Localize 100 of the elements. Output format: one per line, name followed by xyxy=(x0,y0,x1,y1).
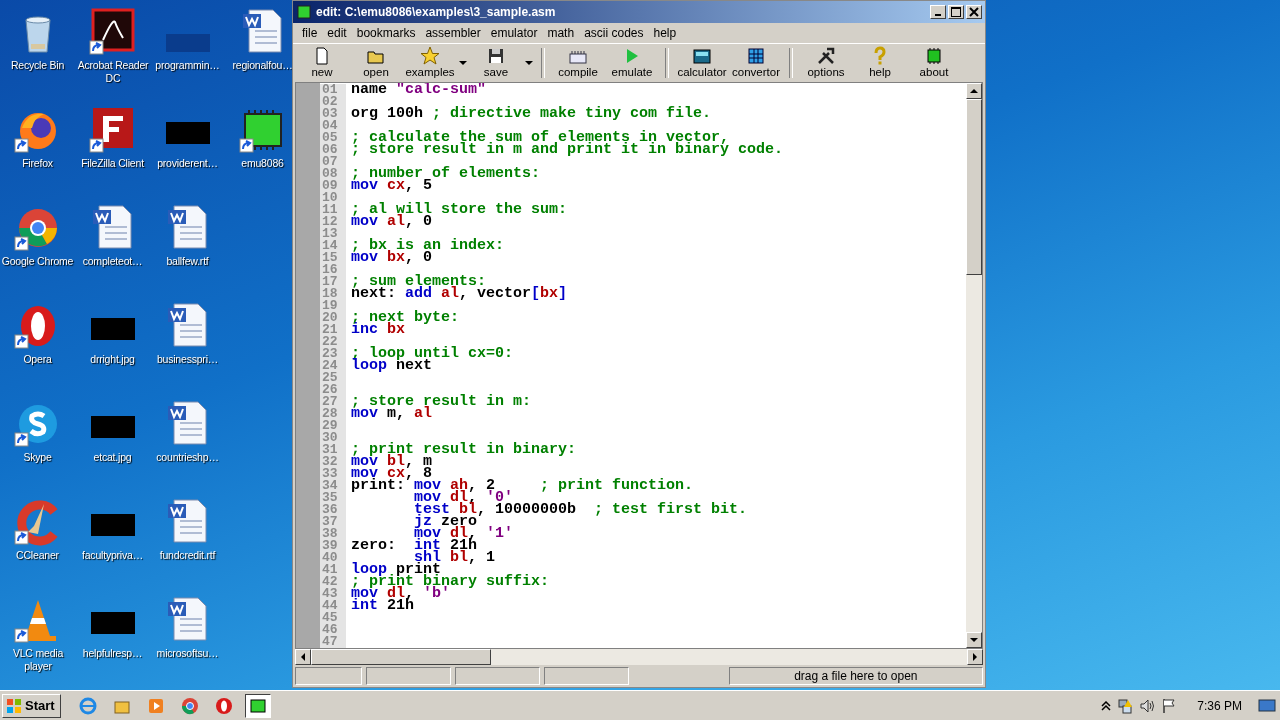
star-icon xyxy=(420,46,440,66)
line-number: 21 xyxy=(320,324,346,336)
desktop-icon-label: CCleaner xyxy=(16,549,59,562)
chip-icon xyxy=(248,696,267,715)
toolbar-button[interactable]: compile xyxy=(551,44,605,82)
clock[interactable]: 7:36 PM xyxy=(1197,698,1242,713)
line-number: 01 xyxy=(320,84,346,96)
tools-icon xyxy=(816,46,836,66)
arrow-down-icon[interactable] xyxy=(970,638,978,642)
desktop-icon-label: Recycle Bin xyxy=(10,59,65,72)
minimize-icon xyxy=(935,14,941,16)
line-number: 43 xyxy=(320,588,346,600)
toolbar-button[interactable]: about xyxy=(907,44,961,82)
start-button[interactable]: Start xyxy=(2,693,61,718)
desktop-icon-label: etcat.jpg xyxy=(93,451,132,464)
menu-item[interactable]: assembler xyxy=(420,26,486,40)
speaker-icon[interactable] xyxy=(1139,697,1156,714)
line-number: 44 xyxy=(320,600,346,612)
code-line: mov m, al xyxy=(351,408,433,420)
line-number: 16 xyxy=(320,264,346,276)
desktop-icon-label: helpfulresp… xyxy=(82,647,143,660)
desktop-icon-label: Acrobat Reader DC xyxy=(76,59,150,85)
taskbar-app-button[interactable] xyxy=(244,693,271,718)
maximize-icon xyxy=(951,7,961,17)
code-line: ; number of elements: xyxy=(351,168,541,180)
code-line: next: add al, vector[bx] xyxy=(351,288,568,300)
line-number: 15 xyxy=(320,252,346,264)
toolbar-button[interactable]: open xyxy=(349,44,403,82)
line-number: 47 xyxy=(320,636,346,648)
line-number: 17 xyxy=(320,276,346,288)
line-number: 06 xyxy=(320,144,346,156)
toolbar-button[interactable]: calculator xyxy=(675,44,729,82)
code-line: ; store result in m and print it in binary code. xyxy=(351,144,784,156)
show-desktop-icon[interactable] xyxy=(1258,697,1276,714)
line-number: 04 xyxy=(320,120,346,132)
pdf-icon[interactable] xyxy=(88,8,137,56)
line-number: 39 xyxy=(320,540,346,552)
toolbar-button[interactable]: new xyxy=(295,44,349,82)
line-number: 03 xyxy=(320,108,346,120)
calc-icon xyxy=(692,46,712,66)
window-title: edit: C:\emu8086\examples\3_sample.asm xyxy=(316,5,557,19)
arrow-up-icon[interactable] xyxy=(970,89,978,93)
chip-icon xyxy=(924,46,944,66)
line-number: 42 xyxy=(320,576,346,588)
line-number: 38 xyxy=(320,528,346,540)
toolbar-button[interactable]: examples xyxy=(403,44,457,82)
chevron-up-icon[interactable] xyxy=(1101,700,1112,711)
line-number: 12 xyxy=(320,216,346,228)
windows-logo-icon xyxy=(6,697,22,714)
line-number: 07 xyxy=(320,156,346,168)
minimize-button[interactable] xyxy=(930,5,946,19)
menu-item[interactable]: edit xyxy=(322,26,352,40)
desktop-icon-label: ballfew.rtf xyxy=(166,255,209,268)
line-number: 36 xyxy=(320,504,346,516)
caret-icon xyxy=(459,61,467,65)
toolbar-button[interactable]: help xyxy=(853,44,907,82)
line-number: 26 xyxy=(320,384,346,396)
vertical-scrollbar[interactable] xyxy=(966,83,982,648)
line-number: 28 xyxy=(320,408,346,420)
menu-item[interactable]: help xyxy=(648,26,682,40)
line-number: 10 xyxy=(320,192,346,204)
toolbar-button[interactable]: options xyxy=(799,44,853,82)
code-line: ; print result in binary: xyxy=(351,444,577,456)
menu-item[interactable]: math xyxy=(542,26,580,40)
toolbar-button[interactable]: emulate xyxy=(605,44,659,82)
status-panel xyxy=(295,667,362,685)
line-number: 27 xyxy=(320,396,346,408)
desktop-icon-label: facultypriva… xyxy=(82,549,143,562)
line-number: 33 xyxy=(320,468,346,480)
code-line: test bl, 10000000b ; test first bit. xyxy=(413,504,748,516)
close-button[interactable] xyxy=(966,5,982,19)
line-number: 11 xyxy=(320,204,346,216)
code-line: mov bl, m xyxy=(351,456,433,468)
line-number: 14 xyxy=(320,240,346,252)
toolbar-button[interactable]: save xyxy=(469,44,523,82)
network-icon[interactable] xyxy=(1117,697,1134,714)
line-number: 19 xyxy=(320,300,346,312)
horizontal-scrollbar[interactable] xyxy=(295,649,983,665)
menu-item[interactable]: bookmarks xyxy=(351,26,421,40)
line-number: 40 xyxy=(320,552,346,564)
line-number: 32 xyxy=(320,456,346,468)
code-line: mov al, 0 xyxy=(351,216,433,228)
arrow-left-icon[interactable] xyxy=(301,653,305,661)
desktop-icon-label: businesspri… xyxy=(156,353,219,366)
flag-icon[interactable] xyxy=(1161,697,1178,714)
code-line: mov cx, 5 xyxy=(351,180,433,192)
menu-item[interactable]: emulator xyxy=(485,26,543,40)
line-number: 18 xyxy=(320,288,346,300)
desktop-icon-label: FileZilla Client xyxy=(81,157,144,170)
code-line: shl bl, 1 xyxy=(414,552,496,564)
menu-item[interactable]: ascii codes xyxy=(579,26,649,40)
line-number: 34 xyxy=(320,480,346,492)
maximize-button[interactable] xyxy=(948,5,964,19)
line-number: 45 xyxy=(320,612,346,624)
toolbar-button[interactable]: convertor xyxy=(729,44,783,82)
arrow-right-icon[interactable] xyxy=(973,653,977,661)
line-number: 13 xyxy=(320,228,346,240)
code-line: org 100h ; directive make tiny com file. xyxy=(351,108,712,120)
code-line: mov cx, 8 xyxy=(351,468,433,480)
menu-item[interactable]: file xyxy=(297,26,323,40)
